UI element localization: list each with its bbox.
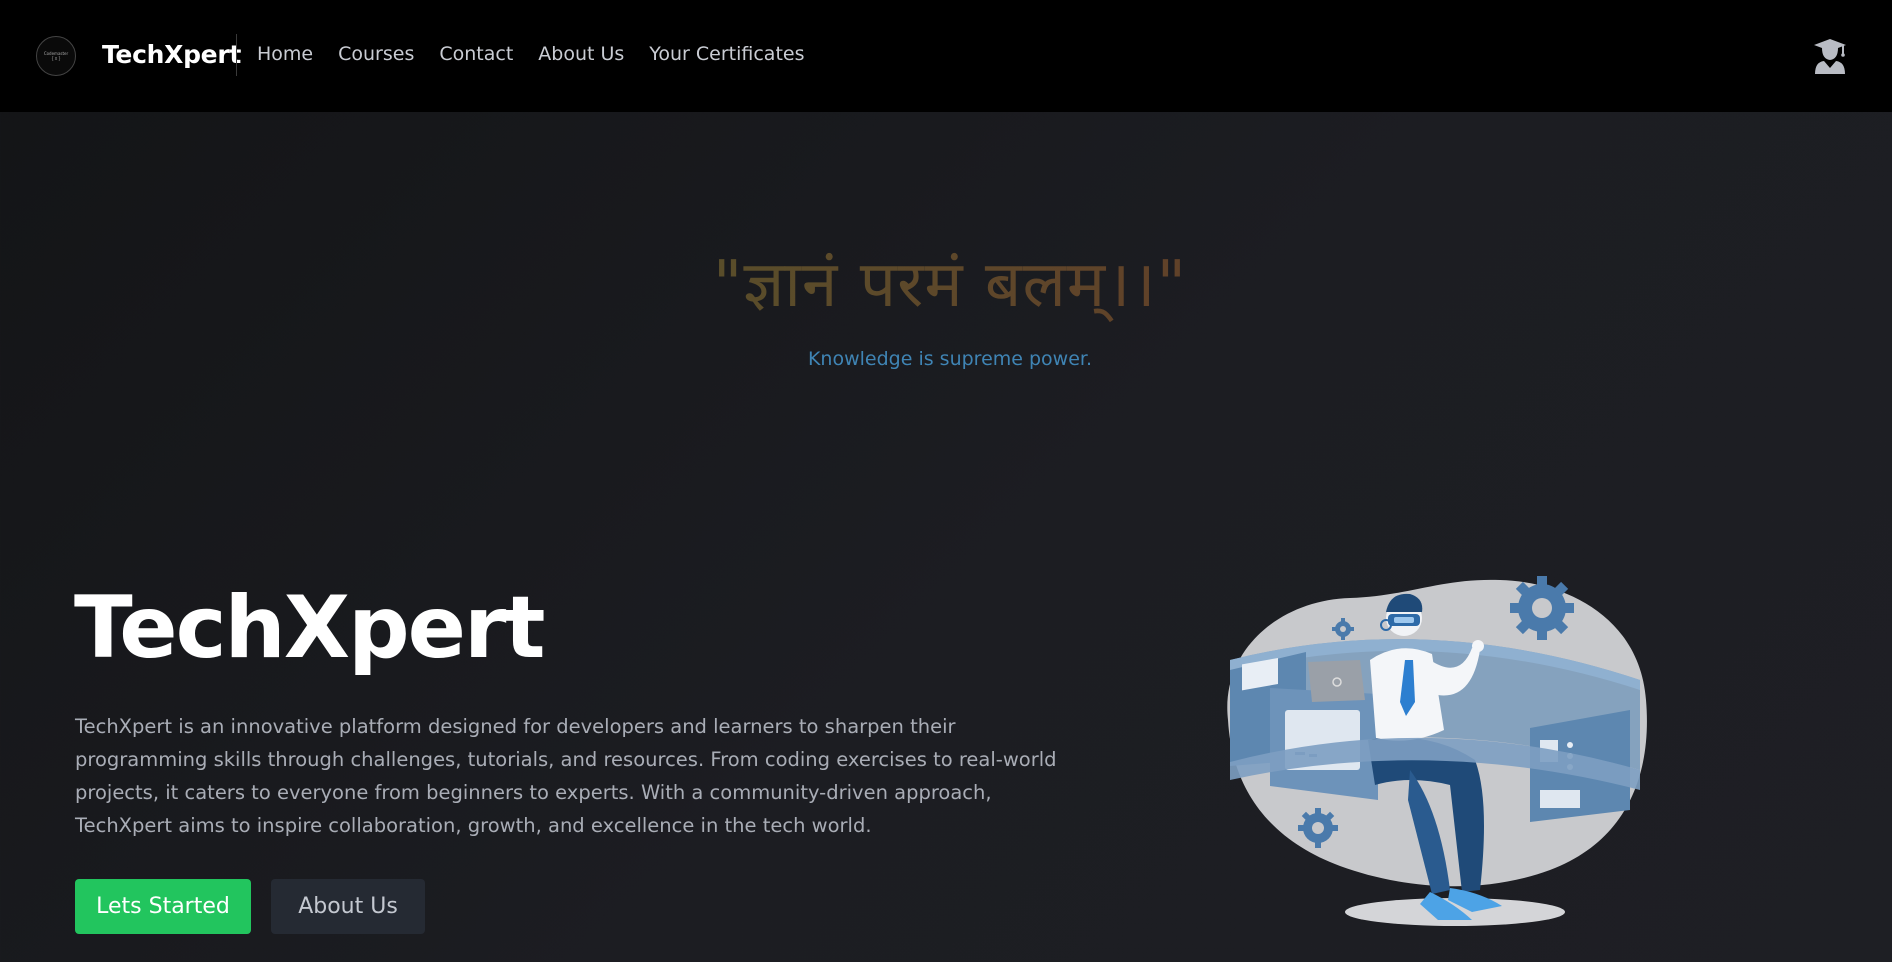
lets-started-button[interactable]: Lets Started	[75, 879, 251, 934]
nav-link-certificates[interactable]: Your Certificates	[649, 43, 804, 65]
nav-link-courses[interactable]: Courses	[338, 43, 414, 65]
user-graduate-icon[interactable]	[1813, 38, 1847, 74]
nav-links: Home Courses Contact About Us Your Certi…	[257, 43, 805, 65]
hero-description: TechXpert is an innovative platform desi…	[75, 715, 1057, 837]
nav-link-home[interactable]: Home	[257, 43, 313, 65]
nav-divider	[236, 34, 237, 76]
logo-text-bottom: { x }	[51, 55, 61, 62]
navbar: Codemaster { x } TechXpert Home Courses …	[0, 0, 1892, 112]
quote-translation: Knowledge is supreme power.	[807, 348, 1093, 370]
logo[interactable]: Codemaster { x }	[36, 36, 76, 76]
brand-name[interactable]: TechXpert	[102, 40, 241, 69]
nav-link-about-us[interactable]: About Us	[538, 43, 624, 65]
developer-vr-illustration	[1227, 576, 1647, 926]
about-us-button[interactable]: About Us	[271, 879, 425, 934]
nav-link-contact[interactable]: Contact	[439, 43, 513, 65]
hero-title: TechXpert	[74, 578, 545, 678]
sanskrit-quote: "ज्ञानं परमं बलम्।।"	[0, 238, 1892, 325]
